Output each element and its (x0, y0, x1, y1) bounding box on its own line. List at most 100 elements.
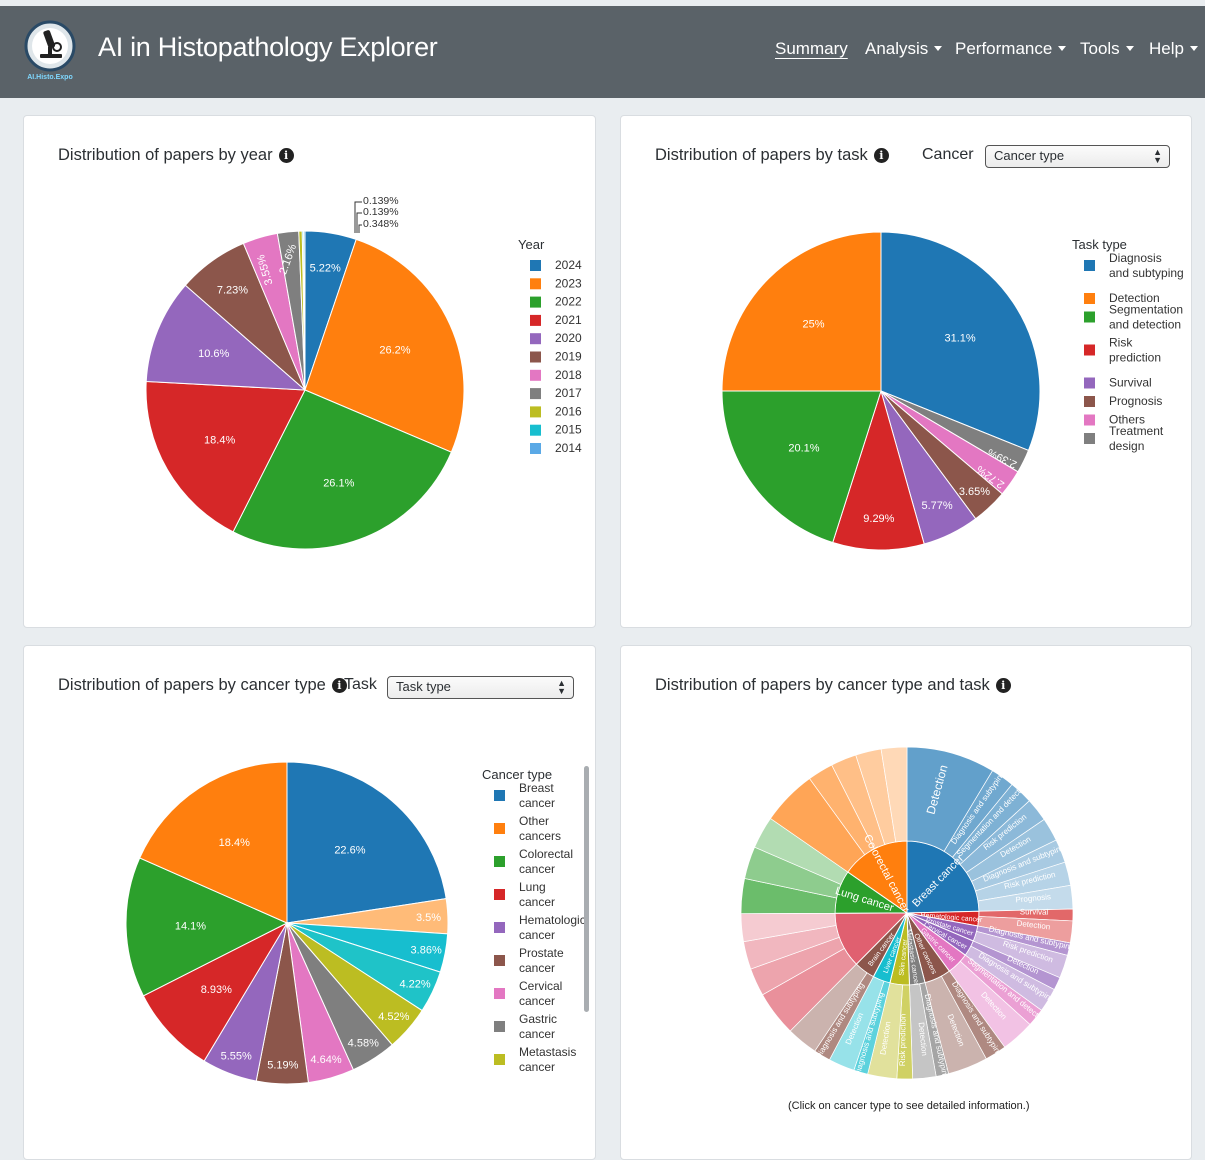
legend-swatch[interactable] (530, 314, 541, 326)
pie-slice[interactable] (286, 761, 447, 924)
legend-swatch[interactable] (530, 369, 541, 381)
legend-swatch[interactable] (1084, 433, 1095, 444)
legend-swatch[interactable] (494, 823, 505, 834)
legend-swatch[interactable] (530, 424, 541, 436)
legend-label[interactable]: Hematologic (519, 913, 586, 927)
slice-value-label: 4.52% (378, 1011, 409, 1023)
legend-label[interactable]: cancer (519, 961, 555, 975)
legend-label[interactable]: 2021 (555, 313, 582, 327)
legend-label[interactable]: Cervical (519, 979, 562, 993)
legend-label[interactable]: cancer (519, 928, 555, 942)
legend-swatch[interactable] (530, 296, 541, 308)
legend-label[interactable]: prediction (1109, 351, 1161, 365)
nav-summary[interactable]: Summary (775, 39, 848, 59)
app-logo[interactable]: AI.Histo.Expo (22, 20, 78, 82)
sunburst-chart[interactable]: DetectionDiagnosis and subtypingSegmenta… (620, 645, 1192, 1115)
legend-swatch[interactable] (530, 443, 541, 454)
legend-swatch[interactable] (494, 889, 505, 900)
chevron-down-icon (1058, 46, 1067, 51)
legend-swatch[interactable] (1084, 344, 1095, 356)
legend-label[interactable]: 2020 (555, 331, 582, 345)
legend-label[interactable]: Metastasis (519, 1045, 576, 1059)
legend-swatch[interactable] (530, 278, 541, 290)
legend-label[interactable]: cancer (519, 1060, 555, 1074)
legend-swatch[interactable] (530, 388, 541, 400)
legend-label[interactable]: 2014 (555, 441, 582, 455)
slice-value-label: 26.2% (379, 345, 410, 357)
legend-label[interactable]: Diagnosis (1109, 251, 1162, 265)
task-pie-chart[interactable]: 31.1%2.39%2.72%3.65%5.77%9.29%20.1%25%Ta… (620, 115, 1192, 628)
legend-label[interactable]: 2022 (555, 295, 582, 309)
slice-value-label: 7.23% (217, 284, 248, 296)
legend-label[interactable]: Risk (1109, 336, 1133, 350)
legend-label[interactable]: Colorectal (519, 847, 573, 861)
sunburst-outer-label: Survival (1020, 907, 1049, 916)
legend-label[interactable]: cancer (519, 895, 555, 909)
nav-tools[interactable]: Tools (1080, 39, 1134, 59)
legend-swatch[interactable] (494, 922, 505, 933)
callout-line (358, 224, 362, 233)
legend-label[interactable]: Gastric (519, 1012, 557, 1026)
legend-label[interactable]: 2023 (555, 276, 582, 290)
legend-swatch[interactable] (494, 856, 505, 867)
nav-analysis[interactable]: Analysis (865, 39, 943, 59)
legend-swatch[interactable] (530, 406, 541, 418)
legend-swatch[interactable] (494, 955, 505, 966)
slice-value-label: 31.1% (944, 333, 975, 345)
legend-label[interactable]: Other (519, 814, 549, 828)
legend-label[interactable]: Prostate (519, 946, 564, 960)
legend-label[interactable]: 2017 (555, 386, 582, 400)
slice-value-label: 4.22% (399, 979, 430, 991)
legend-label[interactable]: and subtyping (1109, 266, 1184, 280)
legend-swatch[interactable] (1084, 377, 1095, 389)
legend-swatch[interactable] (1084, 396, 1095, 407)
nav-performance[interactable]: Performance (955, 39, 1067, 59)
legend-label[interactable]: Survival (1109, 376, 1152, 390)
legend-label[interactable]: cancer (519, 862, 555, 876)
legend-label[interactable]: 2024 (555, 258, 582, 272)
slice-value-label: 5.19% (267, 1060, 298, 1072)
legend-swatch[interactable] (1084, 293, 1095, 304)
legend-label[interactable]: design (1109, 439, 1144, 453)
slice-value-label: 4.58% (348, 1037, 379, 1049)
legend-label[interactable]: Breast (519, 781, 554, 795)
legend-label[interactable]: Segmentation (1109, 303, 1183, 317)
legend-label[interactable]: Prognosis (1109, 394, 1162, 408)
legend-swatch[interactable] (1084, 414, 1095, 426)
legend-scrollbar[interactable] (584, 766, 589, 1012)
legend-swatch[interactable] (1084, 311, 1095, 323)
legend-title: Task type (1072, 237, 1127, 252)
legend-swatch[interactable] (530, 351, 541, 363)
legend-label[interactable]: Treatment (1109, 424, 1164, 438)
legend-label[interactable]: cancers (519, 829, 561, 843)
legend-label[interactable]: cancer (519, 1027, 555, 1041)
cancer-pie-chart[interactable]: 22.6% 3.5% 3.86% 4.22% 4.52% 4.58% 4.64% 5.19% 5… (23, 645, 596, 1160)
legend-label[interactable]: 2015 (555, 423, 582, 437)
legend-swatch[interactable] (494, 1021, 505, 1032)
legend-label[interactable]: and detection (1109, 318, 1181, 332)
navbar: AI.Histo.Expo AI in Histopathology Explo… (0, 6, 1205, 98)
pie-slice[interactable] (721, 231, 882, 392)
year-pie-chart[interactable]: 5.22%26.2%26.1%18.4%10.6%7.23%3.55% 2.16%… (23, 115, 596, 628)
legend-swatch[interactable] (494, 988, 505, 999)
legend-swatch[interactable] (494, 1054, 505, 1065)
slice-value-label: 4.64% (310, 1054, 341, 1066)
nav-summary-label: Summary (775, 39, 848, 58)
app-title[interactable]: AI in Histopathology Explorer (98, 32, 438, 63)
legend-label[interactable]: Lung (519, 880, 546, 894)
slice-callout-label: 0.139% (363, 206, 399, 218)
nav-help[interactable]: Help (1149, 39, 1198, 59)
legend-swatch[interactable] (494, 790, 505, 801)
legend-title: Cancer type (482, 767, 552, 782)
slice-value-label: 18.4% (204, 434, 235, 446)
legend-label[interactable]: 2016 (555, 404, 582, 418)
legend-label[interactable]: 2018 (555, 368, 582, 382)
slice-value-label: 5.55% (221, 1050, 252, 1062)
legend-label[interactable]: cancer (519, 994, 555, 1008)
legend-label[interactable]: cancer (519, 796, 555, 810)
legend-label[interactable]: 2019 (555, 350, 582, 364)
microscope-logo-icon (24, 20, 76, 72)
legend-swatch[interactable] (530, 260, 541, 271)
legend-swatch[interactable] (1084, 260, 1095, 271)
legend-swatch[interactable] (530, 333, 541, 345)
